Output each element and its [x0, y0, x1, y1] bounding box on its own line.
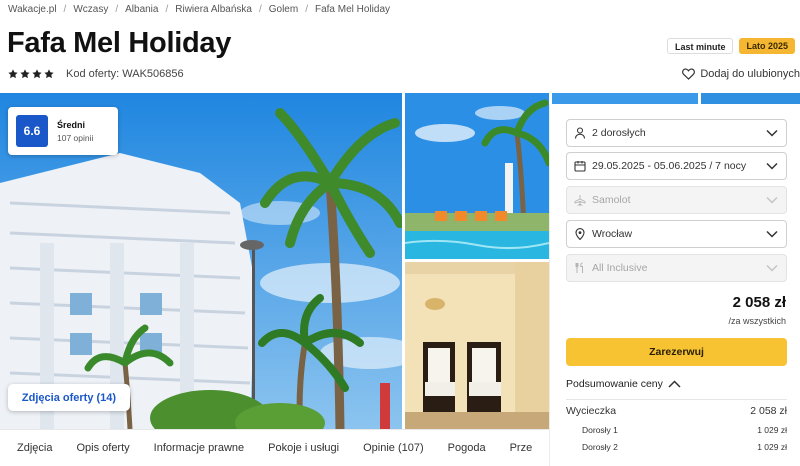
tab-offer-description[interactable]: Opis oferty [76, 442, 129, 454]
summary-trip-label: Wycieczka [566, 405, 617, 417]
tab-rooms-services[interactable]: Pokoje i usługi [268, 442, 339, 454]
summary-divider [566, 399, 787, 400]
star-icon [44, 69, 54, 79]
hotel-meta: Kod oferty: WAK506856 [8, 66, 184, 82]
pool-photo[interactable] [405, 93, 549, 259]
breadcrumb-item-wakacje[interactable]: Wakacje.pl [8, 4, 57, 15]
breadcrumb-item-current: Fafa Mel Holiday [314, 3, 391, 15]
favorites-label: Dodaj do ulubionych [700, 68, 800, 80]
breadcrumb-separator: / [115, 3, 119, 15]
tab-more[interactable]: Prze [510, 442, 533, 454]
board-value: All Inclusive [592, 262, 648, 274]
price-note: /za wszystkich [728, 316, 786, 326]
location-pin-icon [575, 228, 585, 240]
breadcrumb-item-albania[interactable]: Albania [125, 4, 158, 15]
summary-trip-value: 2 058 zł [750, 405, 787, 417]
tab-legal-info[interactable]: Informacje prawne [154, 442, 245, 454]
dates-select[interactable]: 29.05.2025 - 05.06.2025 / 7 nocy [566, 152, 787, 180]
price-summary-toggle[interactable]: Podsumowanie ceny [566, 377, 681, 391]
booking-panel: 2 dorosłych 29.05.2025 - 05.06.2025 / 7 … [549, 104, 800, 466]
last-minute-badge: Last minute [666, 38, 734, 54]
book-button[interactable]: Zarezerwuj [566, 338, 787, 366]
thumbnail-photo[interactable] [552, 93, 698, 104]
thumbnail-photo[interactable] [701, 93, 800, 104]
departure-value: Wrocław [592, 228, 633, 240]
plane-icon [574, 195, 586, 206]
total-price: 2 058 zł [732, 294, 786, 311]
offer-tabs: Zdjęcia Opis oferty Informacje prawne Po… [0, 429, 549, 466]
breadcrumb-separator: / [258, 3, 262, 15]
person-icon [574, 127, 586, 139]
travelers-value: 2 dorosłych [592, 127, 646, 139]
offer-photos-button[interactable]: Zdjęcia oferty (14) [8, 384, 130, 411]
breadcrumb-separator: / [305, 3, 308, 15]
chevron-down-icon [766, 196, 778, 204]
star-icon [20, 69, 30, 79]
tab-weather[interactable]: Pogoda [448, 442, 486, 454]
summary-item-label: Dorosły 2 [582, 442, 618, 452]
add-to-favorites-button[interactable]: Dodaj do ulubionych [682, 66, 800, 82]
summary-item-label: Dorosły 1 [582, 425, 618, 435]
breadcrumb-separator: / [63, 3, 67, 15]
interior-photo[interactable] [405, 262, 549, 429]
summary-item-value: 1 029 zł [757, 442, 787, 452]
breadcrumb-item-wczasy[interactable]: Wczasy [73, 4, 108, 15]
breadcrumb-item-riwiera[interactable]: Riwiera Albańska [175, 4, 252, 15]
chevron-down-icon [766, 162, 778, 170]
rating-details: Średni 107 opinii [57, 120, 93, 143]
summary-item-value: 1 029 zł [757, 425, 787, 435]
offer-code: Kod oferty: WAK506856 [66, 68, 184, 80]
summary-row-adult-1: Dorosły 1 1 029 zł [566, 425, 787, 435]
page-title: Fafa Mel Holiday [7, 27, 232, 59]
rating-label: Średni [57, 119, 86, 130]
chevron-down-icon [766, 264, 778, 272]
summary-trip-row: Wycieczka 2 058 zł [566, 405, 787, 417]
offer-badges: Last minute Lato 2025 [666, 38, 795, 54]
rating-score: 6.6 [16, 115, 48, 147]
tab-reviews[interactable]: Opinie (107) [363, 442, 424, 454]
breadcrumb-separator: / [165, 3, 169, 15]
price-summary-label: Podsumowanie ceny [566, 378, 663, 390]
chevron-up-icon [668, 380, 681, 388]
heart-icon [682, 68, 696, 80]
summary-row-adult-2: Dorosły 2 1 029 zł [566, 442, 787, 452]
star-icon [32, 69, 42, 79]
dates-value: 29.05.2025 - 05.06.2025 / 7 nocy [592, 160, 747, 172]
rating-count: 107 opinii [57, 132, 94, 143]
tab-photos[interactable]: Zdjęcia [17, 442, 52, 454]
hotel-stars [8, 69, 54, 79]
board-select: All Inclusive [566, 254, 787, 282]
calendar-icon [574, 161, 586, 172]
chevron-down-icon [766, 230, 778, 238]
departure-select[interactable]: Wrocław [566, 220, 787, 248]
transport-value: Samolot [592, 194, 631, 206]
breadcrumb: Wakacje.pl / Wczasy / Albania / Riwiera … [8, 2, 390, 16]
star-icon [8, 69, 18, 79]
transport-select: Samolot [566, 186, 787, 214]
season-badge: Lato 2025 [739, 38, 795, 54]
chevron-down-icon [766, 129, 778, 137]
cutlery-icon [575, 262, 583, 273]
breadcrumb-item-golem[interactable]: Golem [269, 4, 298, 15]
travelers-select[interactable]: 2 dorosłych [566, 119, 787, 147]
rating-card[interactable]: 6.6 Średni 107 opinii [8, 107, 118, 155]
